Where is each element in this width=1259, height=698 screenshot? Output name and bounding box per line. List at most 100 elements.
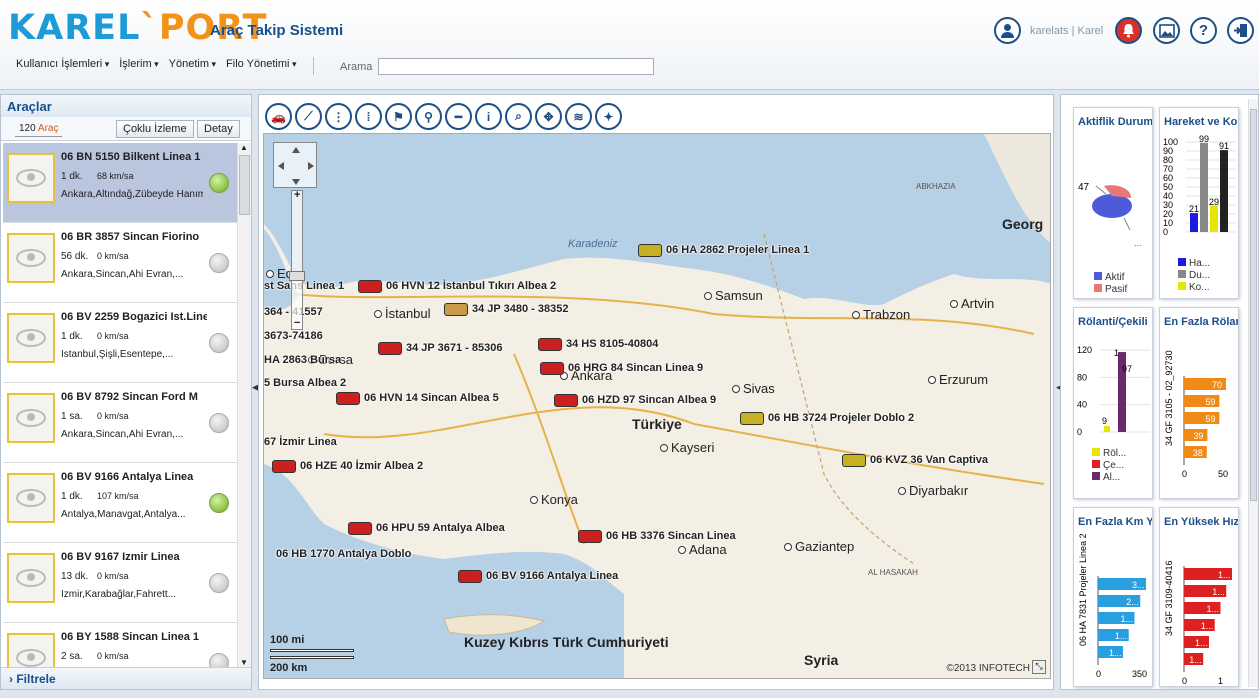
vehicle-marker-label[interactable]: 06 KVZ 36 Van Captiva: [870, 454, 988, 466]
vehicle-marker-label[interactable]: 06 HVN 12 İstanbul Tıkırı Albea 2: [386, 280, 556, 292]
menu-yonetim[interactable]: Yönetim: [169, 58, 216, 70]
vehicle-list-item[interactable]: 06 BV 9166 Antalya Linea 1 dk. 107 km/sa An…: [3, 463, 237, 543]
vehicle-marker-label[interactable]: 06 HB 1770 Antalya Doblo: [276, 548, 411, 560]
vehicle-marker-icon[interactable]: [358, 280, 382, 293]
menu-divider: [313, 57, 314, 75]
scroll-down-icon[interactable]: ▼: [240, 658, 248, 667]
vehicle-marker-label[interactable]: 06 HZE 40 İzmir Albea 2: [300, 460, 423, 472]
widget-activity[interactable]: Aktiflik Durumu 47 ... Aktif Pasif: [1073, 107, 1153, 299]
vehicle-list-item[interactable]: 06 BV 8792 Sincan Ford M 1 sa. 0 km/sa Anka…: [3, 383, 237, 463]
info-icon[interactable]: i: [475, 103, 502, 130]
vehicle-list-item[interactable]: 06 BV 2259 Bogazici Ist.Linea 1 dk. 0 km/s…: [3, 303, 237, 383]
dashboard-scrollbar-thumb[interactable]: [1250, 109, 1257, 501]
widget-idle[interactable]: Rölanti/Çekili 120 80 40 0 9 1 97 Röl... Çe...…: [1073, 307, 1153, 499]
zoom-slider[interactable]: + −: [289, 189, 305, 330]
vehicle-marker-label[interactable]: 5 Bursa Albea 2: [264, 377, 346, 389]
bell-icon[interactable]: [1115, 17, 1142, 44]
scrollbar-thumb[interactable]: [239, 155, 250, 215]
vehicle-marker-icon[interactable]: [538, 338, 562, 351]
map-place-label: Syria: [804, 652, 839, 668]
widget-top-idle[interactable]: En Fazla Rölanti 34 GF 3105 - 02_9273070…: [1159, 307, 1239, 499]
satellite-icon[interactable]: ✦: [595, 103, 622, 130]
vehicle-marker-icon[interactable]: [842, 454, 866, 467]
map-view[interactable]: Karadeniz Georg ABKHAZIA Samsun Trabzon Artvi…: [263, 133, 1051, 679]
zoom-in-icon[interactable]: +: [294, 189, 300, 201]
vehicle-marker-icon[interactable]: [348, 522, 372, 535]
dashboard-scrollbar[interactable]: [1248, 99, 1258, 687]
vehicle-marker-label[interactable]: 06 HB 3724 Projeler Doblo 2: [768, 412, 914, 424]
user-name[interactable]: karelats | Karel: [1030, 25, 1103, 37]
grid-icon[interactable]: ⁞: [355, 103, 382, 130]
vehicle-marker-icon[interactable]: [638, 244, 662, 257]
eye-icon: [16, 649, 46, 667]
zoom-icon[interactable]: ⌕: [505, 103, 532, 130]
vehicle-marker-label[interactable]: 06 BV 9166 Antalya Linea: [486, 570, 618, 582]
vehicle-marker-icon[interactable]: [458, 570, 482, 583]
vehicle-marker-icon[interactable]: [444, 303, 468, 316]
signpost-icon[interactable]: ⚲: [415, 103, 442, 130]
legend-aktif: Aktif: [1094, 272, 1124, 283]
vehicle-marker-icon[interactable]: [378, 342, 402, 355]
image-icon[interactable]: [1153, 17, 1180, 44]
vehicle-list-scrollbar[interactable]: ▲ ▼: [237, 143, 251, 667]
vehicle-marker-label[interactable]: 06 HRG 84 Sincan Linea 9: [568, 362, 703, 374]
logout-icon[interactable]: [1227, 17, 1254, 44]
vehicle-photo: [7, 393, 55, 443]
ruler-icon[interactable]: ━: [445, 103, 472, 130]
menu-kullanici-islemleri[interactable]: Kullanıcı İşlemleri: [16, 58, 109, 70]
vehicle-marker-label[interactable]: 34 JP 3671 - 85306: [406, 342, 502, 354]
vehicle-marker-label[interactable]: 06 HVN 14 Sincan Albea 5: [364, 392, 499, 404]
user-icon[interactable]: [994, 17, 1021, 44]
pan-icon[interactable]: ✥: [535, 103, 562, 130]
vehicle-marker-label[interactable]: st Sans Linea 1: [264, 280, 344, 292]
vehicle-marker-label[interactable]: HA 2863 Bursa: [264, 354, 341, 366]
search-input[interactable]: [378, 58, 654, 75]
multi-watch-button[interactable]: Çoklu İzleme: [116, 120, 194, 138]
bar-value-label: 39: [1193, 431, 1203, 441]
car-icon[interactable]: 🚗: [265, 103, 292, 130]
detail-button[interactable]: Detay: [197, 120, 240, 138]
widget-top-speed[interactable]: En Yüksek Hız 34 GF 3109-40416 1... 1... 1.…: [1159, 507, 1239, 687]
vehicle-marker-icon[interactable]: [272, 460, 296, 473]
vehicle-marker-label[interactable]: 06 HZD 97 Sincan Albea 9: [582, 394, 716, 406]
vehicle-marker-icon[interactable]: [740, 412, 764, 425]
vehicle-name: 06 BV 8792 Sincan Ford M: [61, 391, 198, 403]
vehicle-marker-icon[interactable]: [540, 362, 564, 375]
vehicle-marker-icon[interactable]: [554, 394, 578, 407]
vehicle-time: 1 dk.: [61, 331, 83, 342]
scroll-up-icon[interactable]: ▲: [240, 143, 248, 152]
vehicle-list-item[interactable]: 06 BV 9167 Izmir Linea 13 dk. 0 km/sa İzmir…: [3, 543, 237, 623]
route-icon[interactable]: ⟋: [295, 103, 322, 130]
vehicle-list-item[interactable]: 06 BN 5150 Bilkent Linea 1 1 dk. 68 km/sa A…: [3, 143, 237, 223]
filter-bar[interactable]: › Filtrele: [1, 667, 251, 689]
vehicle-marker-icon[interactable]: [336, 392, 360, 405]
pan-control[interactable]: [273, 142, 317, 188]
vehicle-photo: [7, 233, 55, 283]
widget-top-km[interactable]: En Fazla Km Yapan 06 HA 7831 Projeler Li…: [1073, 507, 1153, 687]
widget-movement[interactable]: Hareket ve Konum 10090807060504030201002…: [1159, 107, 1239, 299]
vehicle-marker-label[interactable]: 34 JP 3480 - 38352: [472, 303, 568, 315]
zoom-handle[interactable]: [289, 271, 305, 281]
expand-map-icon[interactable]: ⤡: [1032, 660, 1046, 674]
vehicle-speed: 0 km/sa: [97, 411, 129, 421]
vehicle-marker-label[interactable]: 06 HB 3376 Sincan Linea: [606, 530, 736, 542]
filter-label: Filtrele: [16, 672, 56, 686]
vehicle-speed: 0 km/sa: [97, 251, 129, 261]
map-pin-icon[interactable]: ⚑: [385, 103, 412, 130]
menu-filo-yonetimi[interactable]: Filo Yönetimi: [226, 58, 296, 70]
menu-islerim[interactable]: İşlerim: [119, 58, 158, 70]
traffic-light-icon[interactable]: ⋮: [325, 103, 352, 130]
vehicle-list-item[interactable]: 06 BR 3857 Sincan Fiorino 56 dk. 0 km/sa An…: [3, 223, 237, 303]
help-icon[interactable]: ?: [1190, 17, 1217, 44]
vehicle-marker-label[interactable]: 34 HS 8105-40804: [566, 338, 658, 350]
vehicle-marker-label[interactable]: 06 HA 2862 Projeler Linea 1: [666, 244, 809, 256]
vehicle-marker-label[interactable]: 3673-74186: [264, 330, 323, 342]
vehicle-marker-label[interactable]: 06 HPU 59 Antalya Albea: [376, 522, 505, 534]
zoom-out-icon[interactable]: −: [294, 317, 300, 329]
map-background: [264, 134, 1050, 678]
vehicle-marker-label[interactable]: 67 İzmir Linea: [264, 436, 337, 448]
bar: [1190, 213, 1198, 232]
vehicle-list-item[interactable]: 06 BY 1588 Sincan Linea 1 2 sa. 0 km/sa: [3, 623, 237, 667]
vehicle-marker-icon[interactable]: [578, 530, 602, 543]
layers-icon[interactable]: ≋: [565, 103, 592, 130]
